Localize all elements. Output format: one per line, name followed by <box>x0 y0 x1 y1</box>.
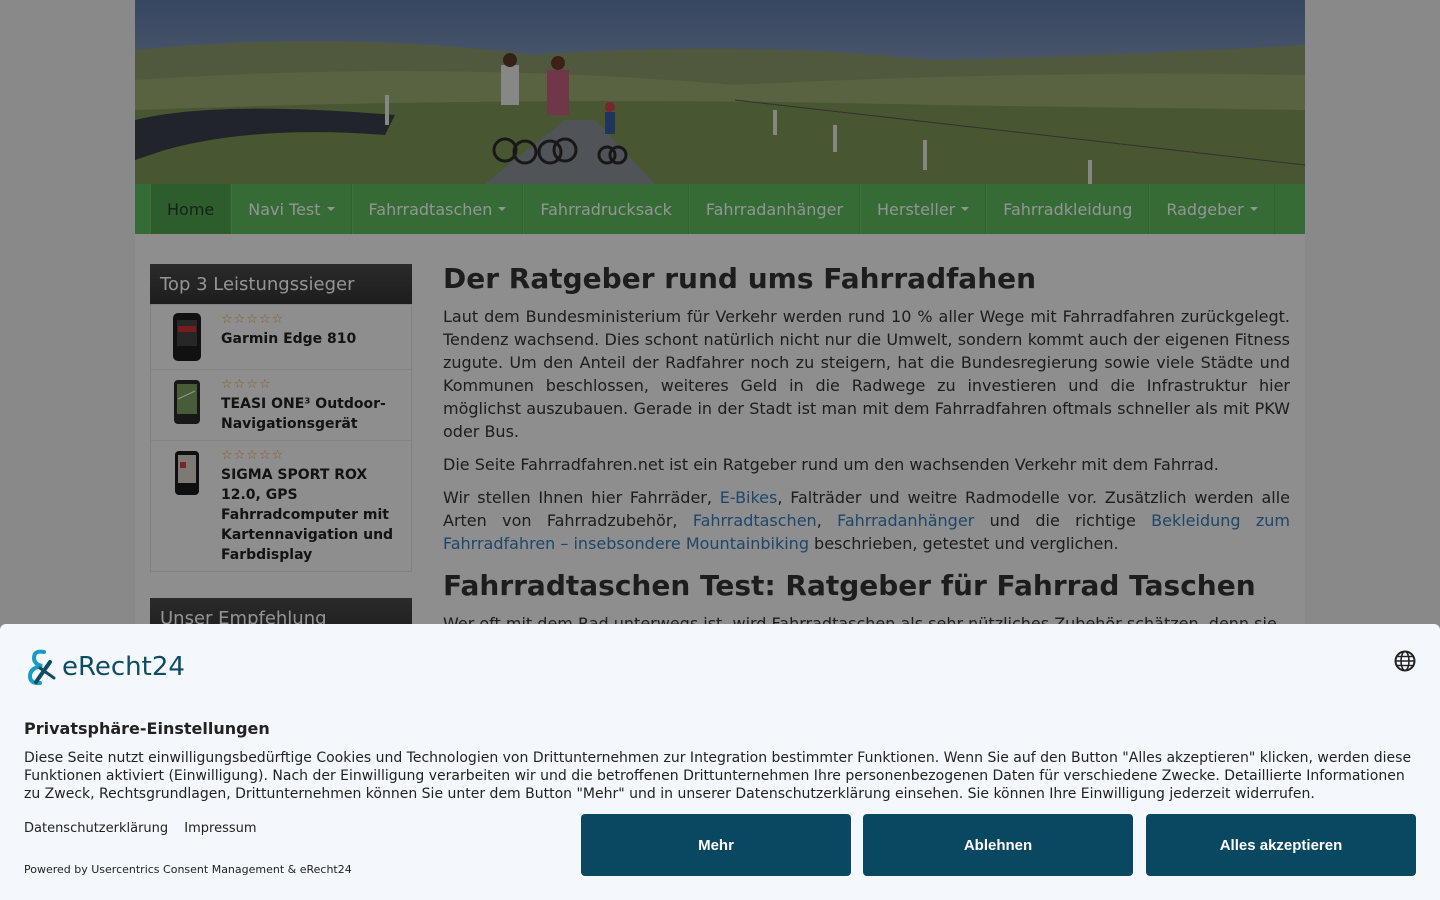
consent-title: Privatsphäre-Einstellungen <box>24 719 270 738</box>
powered-by-text: Powered by Usercentrics Consent Manageme… <box>24 863 352 876</box>
consent-description: Diese Seite nutzt einwilligungsbedürftig… <box>24 750 1412 802</box>
language-globe-icon[interactable] <box>1394 650 1416 672</box>
privacy-policy-link[interactable]: Datenschutzerklärung <box>24 821 168 836</box>
decline-button[interactable]: Ablehnen <box>863 814 1133 876</box>
imprint-link[interactable]: Impressum <box>184 821 256 836</box>
erecht24-logo: eRecht24 <box>24 648 185 686</box>
erecht24-logo-icon <box>27 649 56 686</box>
erecht24-logo-text: eRecht24 <box>62 652 185 682</box>
consent-banner: eRecht24 Privatsphäre-Einstellungen Dies… <box>0 624 1440 900</box>
accept-all-button[interactable]: Alles akzeptieren <box>1146 814 1416 876</box>
more-button[interactable]: Mehr <box>581 814 851 876</box>
consent-links: Datenschutzerklärung Impressum <box>24 821 269 836</box>
